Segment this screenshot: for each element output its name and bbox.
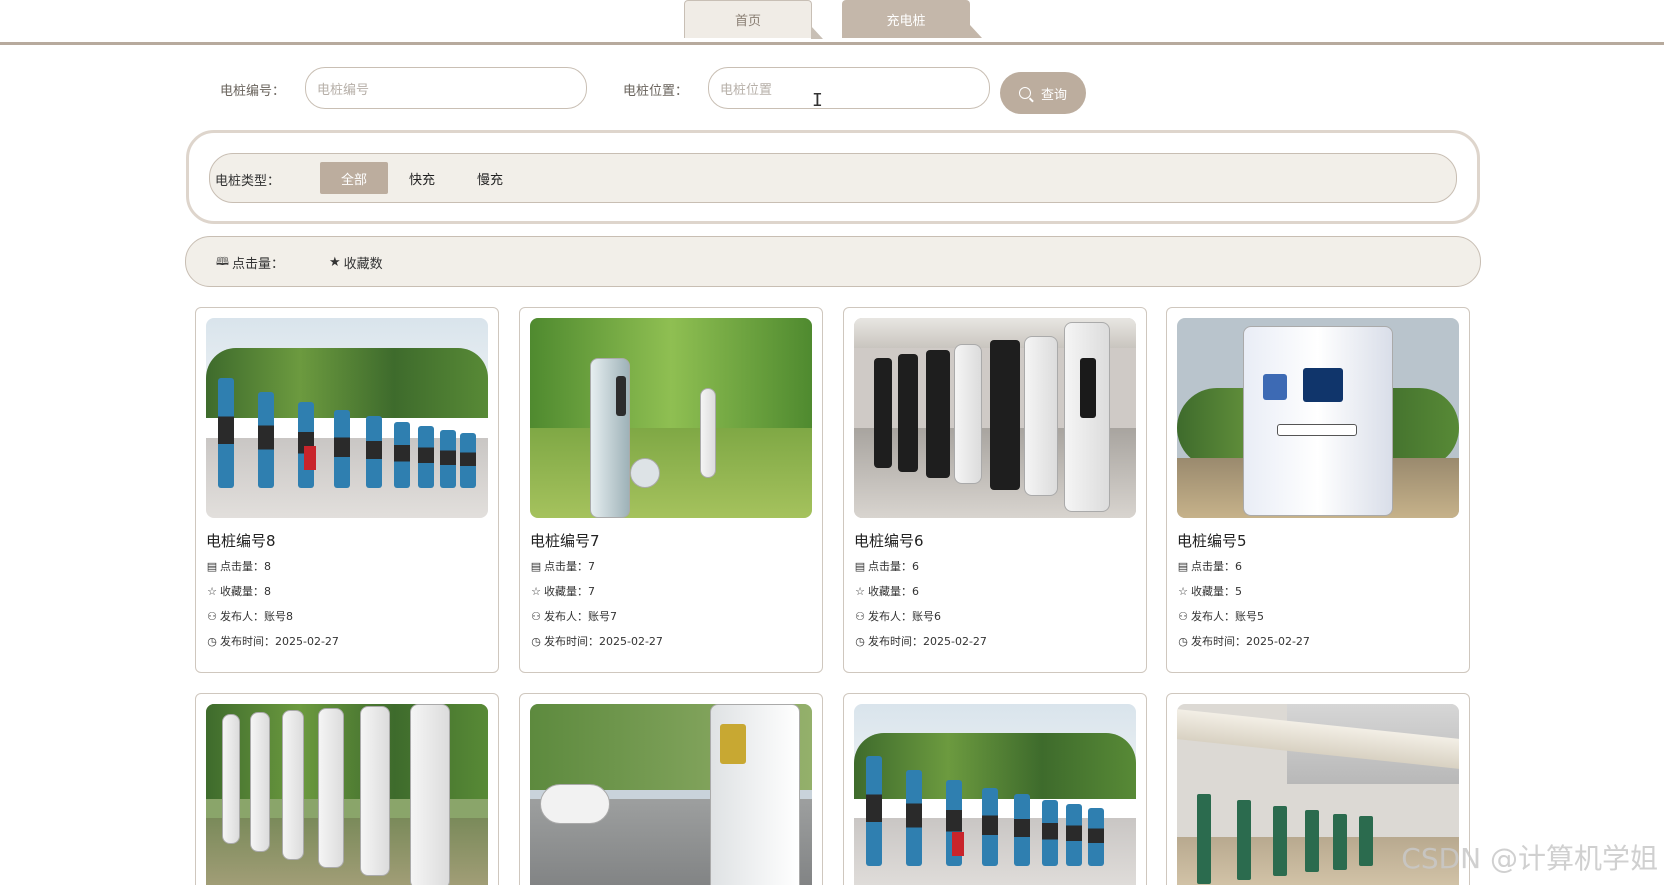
card-publisher: ⚇ 发布人：账号5 — [1178, 609, 1264, 624]
type-filter-bar: 电桩类型： 全部 快充 慢充 — [209, 153, 1457, 203]
star-outline-icon: ☆ — [207, 584, 217, 598]
view-icon: ▤ — [530, 559, 542, 573]
card-hits: ▤ 点击量：7 — [530, 559, 595, 574]
sort-by-hits[interactable]: 🕮 点击量： — [216, 253, 284, 272]
tab-home[interactable]: 首页 — [684, 0, 823, 39]
pile-card[interactable] — [195, 693, 499, 885]
pile-card[interactable]: 电桩编号8 ▤ 点击量：8 ☆ 收藏量：8 ⚇ 发布人：账号8 ◷ 发布时间：2025-… — [195, 307, 499, 673]
query-button[interactable]: 查询 — [1000, 72, 1086, 114]
star-outline-icon: ☆ — [531, 584, 541, 598]
pile-code-input[interactable]: 电桩编号 — [305, 67, 587, 109]
pile-card[interactable] — [843, 693, 1147, 885]
query-button-label: 查询 — [1040, 87, 1067, 103]
card-hits: ▤ 点击量：6 — [854, 559, 919, 574]
top-nav: 首页 充电桩 — [0, 0, 1664, 46]
search-bar: 电桩编号： 电桩编号 电桩位置： 电桩位置 I 查询 — [0, 66, 1664, 114]
card-favorites: ☆ 收藏量：7 — [531, 584, 595, 599]
user-icon: ⚇ — [855, 609, 865, 623]
sort-bar: 🕮 点击量： ★ 收藏数 — [185, 236, 1481, 287]
view-icon: ▤ — [206, 559, 218, 573]
type-filter-label: 电桩类型： — [215, 174, 281, 189]
text-cursor-icon: I — [812, 90, 823, 111]
clock-icon: ◷ — [1178, 634, 1188, 648]
clock-icon: ◷ — [207, 634, 217, 648]
user-icon: ⚇ — [1178, 609, 1188, 623]
card-hits: ▤ 点击量：8 — [206, 559, 271, 574]
card-time: ◷ 发布时间：2025-02-27 — [855, 634, 987, 649]
search-icon — [1018, 87, 1031, 99]
watermark: CSDN @计算机学姐 — [1401, 842, 1658, 875]
pile-image — [1177, 318, 1459, 518]
star-outline-icon: ☆ — [855, 584, 865, 598]
card-favorites: ☆ 收藏量：5 — [1178, 584, 1242, 599]
pile-image — [530, 704, 812, 885]
card-favorites: ☆ 收藏量：8 — [207, 584, 271, 599]
card-publisher: ⚇ 发布人：账号7 — [531, 609, 617, 624]
card-title[interactable]: 电桩编号7 — [530, 530, 600, 551]
card-favorites: ☆ 收藏量：6 — [855, 584, 919, 599]
pile-card[interactable]: 电桩编号6 ▤ 点击量：6 ☆ 收藏量：6 ⚇ 发布人：账号6 ◷ 发布时间：2025-… — [843, 307, 1147, 673]
card-title[interactable]: 电桩编号8 — [206, 530, 276, 551]
sort-by-favorites[interactable]: ★ 收藏数 — [329, 253, 383, 272]
pile-card[interactable] — [519, 693, 823, 885]
card-time: ◷ 发布时间：2025-02-27 — [207, 634, 339, 649]
view-icon: ▤ — [854, 559, 866, 573]
nav-divider — [0, 42, 1664, 45]
pile-position-label: 电桩位置： — [623, 84, 689, 99]
sort-favorites-label: 收藏数 — [343, 257, 383, 272]
type-option-all[interactable]: 全部 — [320, 162, 388, 194]
pile-card[interactable]: 电桩编号5 ▤ 点击量：6 ☆ 收藏量：5 ⚇ 发布人：账号5 ◷ 发布时间：2025-… — [1166, 307, 1470, 673]
type-option-fast[interactable]: 快充 — [388, 162, 456, 194]
card-title[interactable]: 电桩编号6 — [854, 530, 924, 551]
pile-image — [206, 704, 488, 885]
card-publisher: ⚇ 发布人：账号8 — [207, 609, 293, 624]
star-outline-icon: ☆ — [1178, 584, 1188, 598]
pile-position-input[interactable]: 电桩位置 — [708, 67, 990, 109]
tab-charging-pile[interactable]: 充电桩 — [842, 0, 982, 38]
card-publisher: ⚇ 发布人：账号6 — [855, 609, 941, 624]
card-time: ◷ 发布时间：2025-02-27 — [1178, 634, 1310, 649]
card-title[interactable]: 电桩编号5 — [1177, 530, 1247, 551]
card-hits: ▤ 点击量：6 — [1177, 559, 1242, 574]
clock-icon: ◷ — [531, 634, 541, 648]
type-filter-panel: 电桩类型： 全部 快充 慢充 — [186, 130, 1480, 224]
pile-code-label: 电桩编号： — [220, 84, 286, 99]
sort-hits-label: 点击量： — [231, 257, 284, 272]
pile-image — [854, 318, 1136, 518]
book-icon: 🕮 — [216, 255, 229, 268]
view-icon: ▤ — [1177, 559, 1189, 573]
star-icon: ★ — [329, 255, 341, 270]
pile-card[interactable]: 电桩编号7 ▤ 点击量：7 ☆ 收藏量：7 ⚇ 发布人：账号7 ◷ 发布时间：2025-… — [519, 307, 823, 673]
pile-image — [206, 318, 488, 518]
user-icon: ⚇ — [531, 609, 541, 623]
user-icon: ⚇ — [207, 609, 217, 623]
clock-icon: ◷ — [855, 634, 865, 648]
card-time: ◷ 发布时间：2025-02-27 — [531, 634, 663, 649]
pile-image — [854, 704, 1136, 885]
pile-image — [530, 318, 812, 518]
type-option-slow[interactable]: 慢充 — [456, 162, 524, 194]
